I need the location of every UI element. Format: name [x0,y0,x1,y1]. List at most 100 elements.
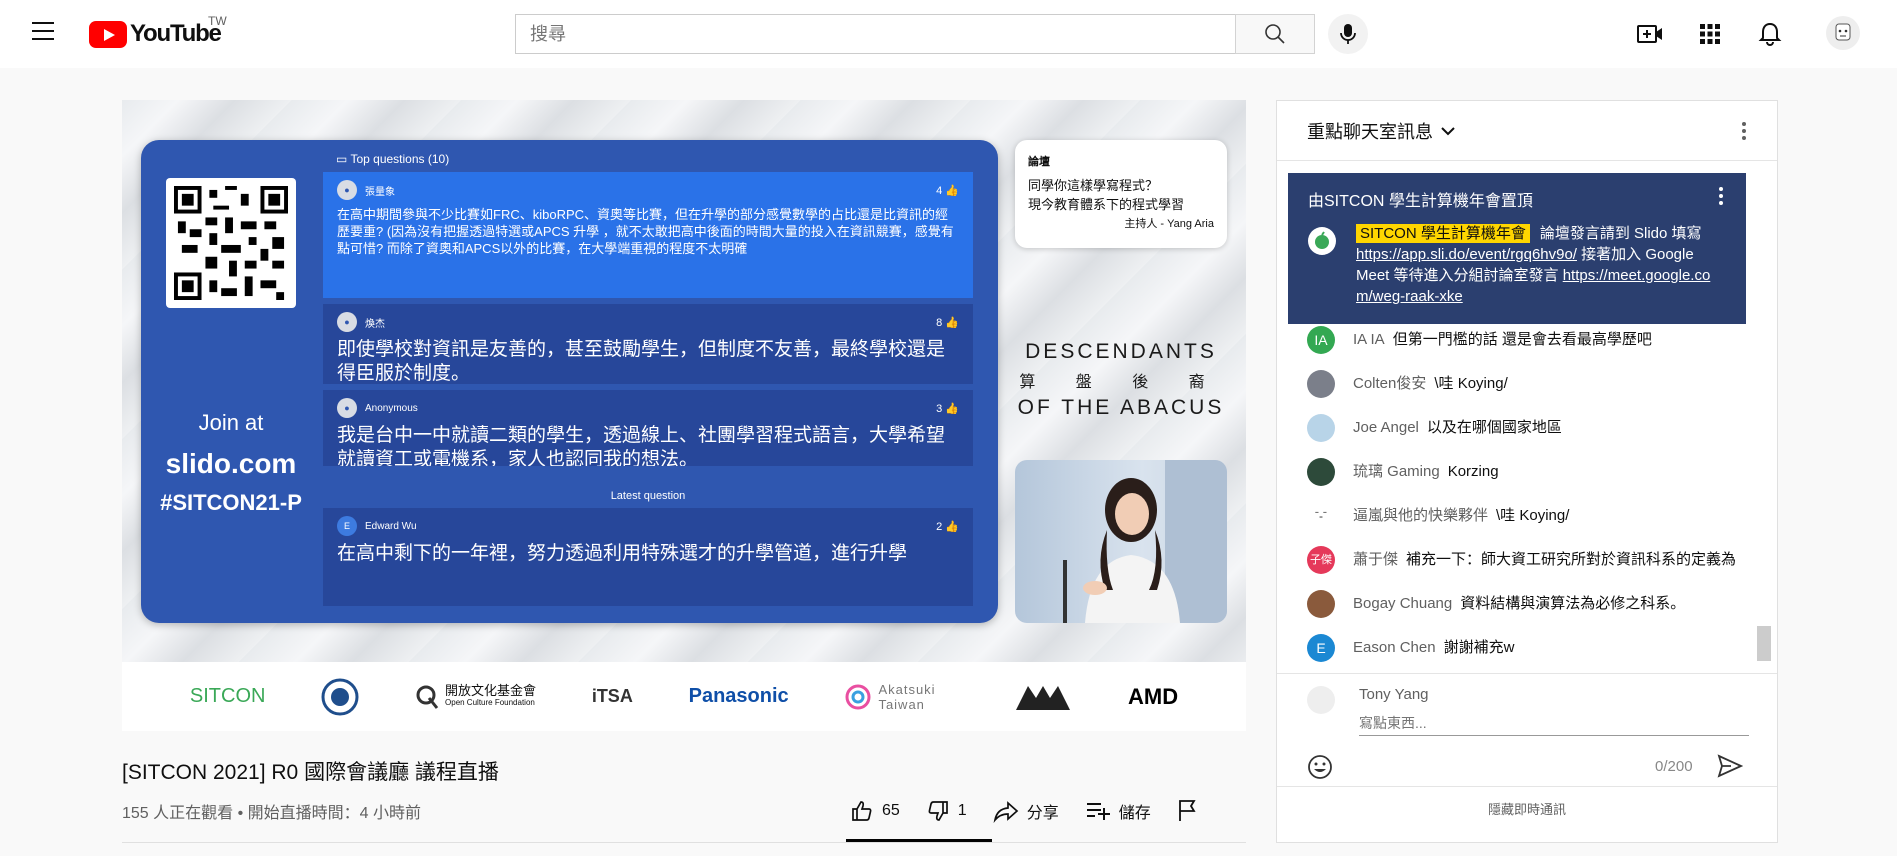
chat-author[interactable]: 琉璃 Gaming [1353,463,1440,480]
account-avatar[interactable] [1826,16,1860,50]
user-avatar-icon [1835,23,1851,41]
apps-grid-icon [1700,24,1720,44]
chat-avatar[interactable]: ˉ-ˉ [1307,502,1335,530]
chat-author[interactable]: Eason Chen [1353,639,1436,656]
speaker-figure-icon [1063,460,1227,623]
slido-panel: Join at slido.com #SITCON21-P ▭ Top ques… [141,140,998,623]
chat-avatar[interactable] [1307,414,1335,442]
save-button[interactable]: 儲存 [1085,799,1151,823]
search-button[interactable] [1235,14,1315,54]
save-label: 儲存 [1118,805,1151,822]
chat-message: 子傑 蕭于傑 補充一下：師大資工研究所對於資訊科系的定義為 [1307,546,1747,574]
chat-text: \哇 Koying/ [1496,507,1570,524]
chat-avatar[interactable] [1307,370,1335,398]
chat-mode-selector[interactable]: 重點聊天室訊息 [1307,118,1457,144]
hide-chat-button[interactable]: 隱藏即時通訊 [1277,786,1777,818]
sitcon-avatar [1308,227,1336,255]
question-avatar: ● [337,180,357,200]
playlist-add-icon [1086,803,1110,820]
chat-message-input[interactable] [1359,710,1749,736]
question-card: ● Anonymous 3 👍 我是台中一中就讀二類的學生，透過線上、社團學習程式語… [323,390,973,466]
emoji-icon[interactable] [1307,754,1333,780]
question-card: ● 煥杰 8 👍 即使學校對資訊是友善的，甚至鼓勵學生，但制度不友善，最終學校還是得… [323,304,973,384]
question-author: 煥杰 [365,318,385,330]
pinned-more-icon[interactable] [1718,186,1724,206]
sponsor-ocf: 開放文化基金會 Open Culture Foundation [415,684,536,710]
search-input[interactable] [515,14,1235,54]
chat-header: 重點聊天室訊息 [1277,101,1777,161]
question-text: 在高中剩下的一年裡，努力透過利用特殊選才的升學管道，進行升學 [337,543,908,564]
descendants-logo: DESCENDANTS 算 盤 後 裔 OF THE ABACUS [1015,340,1227,420]
share-button[interactable]: 分享 [993,799,1059,823]
sponsor-itsa: iTSA [591,686,633,706]
chat-message: Bogay Chuang 資料結構與演算法為必修之科系。 [1307,590,1747,618]
chat-mode-label: 重點聊天室訊息 [1307,121,1433,142]
forum-label: 論壇 [1028,156,1050,168]
chat-message: IA IA IA 但第一門檻的話 還是會去看最高學歷吧 [1307,326,1747,354]
dislike-button[interactable]: 1 [926,799,967,823]
voice-search-button[interactable] [1328,14,1368,54]
chevron-down-icon [1441,126,1455,135]
thumbs-up-icon [852,801,872,821]
doa-line2: 算 盤 後 裔 [1019,374,1223,391]
chat-author[interactable]: Joe Angel [1353,419,1419,436]
slido-link[interactable]: https://app.sli.do/event/rgq6hv9o/ [1356,246,1577,263]
speaker-camera [1015,460,1227,623]
chat-avatar[interactable]: E [1307,634,1335,662]
question-avatar: ● [337,312,357,332]
chat-author[interactable]: 蕭于傑 [1353,551,1398,568]
chat-message: Colten俊安 \哇 Koying/ [1307,370,1747,398]
chat-avatar[interactable]: IA [1307,326,1335,354]
sponsor-sitcon: SITCON [189,685,266,707]
pinned-author-badge: SITCON 學生計算機年會 [1356,224,1530,243]
apps-button[interactable] [1696,20,1724,48]
emblem-icon [321,678,359,715]
chat-author[interactable]: Colten俊安 [1353,375,1426,392]
chat-text: 但第一門檻的話 還是會去看最高學歷吧 [1392,331,1652,348]
chat-avatar[interactable] [1307,590,1335,618]
char-counter: 0/200 [1655,758,1693,775]
qr-code-icon [174,186,288,300]
chat-avatar[interactable] [1307,458,1335,486]
join-line2: slido.com [165,448,297,479]
chat-message: E Eason Chen 謝謝補充w [1307,634,1747,662]
chat-text: 補充一下：師大資工研究所對於資訊科系的定義為 [1406,551,1737,568]
more-options-icon[interactable] [1741,121,1747,141]
video-player[interactable]: Join at slido.com #SITCON21-P ▭ Top ques… [122,100,1246,731]
qr-code [166,178,296,308]
chat-author[interactable]: Bogay Chuang [1353,595,1452,612]
chat-messages: IA IA IA 但第一門檻的話 還是會去看最高學歷吧 Colten俊安 \哇 Ko… [1307,326,1747,682]
question-author: 張量象 [365,186,395,198]
create-video-button[interactable] [1636,20,1664,48]
question-card: ● 張量象 4 👍 在高中期間參與不少比賽如FRC、kiboRPC、資奧等比賽，但在… [323,172,973,298]
chat-scrollbar[interactable] [1757,626,1771,661]
join-instructions: Join at slido.com #SITCON21-P [141,410,321,516]
chat-author[interactable]: IA IA [1353,331,1385,348]
top-questions-label: ▭ Top questions (10) [336,152,450,166]
like-button[interactable]: 65 [850,799,900,823]
chat-avatar[interactable]: 子傑 [1307,546,1335,574]
question-likes: 4 👍 [936,184,959,197]
sponsor-akatsuki: Akatsuki Taiwan [844,682,958,712]
notifications-button[interactable] [1756,20,1784,48]
latest-question-label: Latest question [610,490,686,502]
question-text: 在高中期間參與不少比賽如FRC、kiboRPC、資奧等比賽，但在升學的部分感覺數… [337,207,954,256]
question-likes: 8 👍 [936,316,959,329]
chat-input-area: Tony Yang 0/200 隱藏即時通訊 [1277,673,1777,843]
question-text: 即使學校對資訊是友善的，甚至鼓勵學生，但制度不友善，最終學校還是得臣服於制度。 [337,339,946,384]
chat-author[interactable]: 逼嵐與他的快樂夥伴 [1353,507,1488,524]
report-button[interactable] [1177,799,1207,823]
live-chat: 重點聊天室訊息 由SITCON 學生計算機年會置頂 SITCON 學生計算機年會… [1276,100,1778,843]
doa-line1: DESCENDANTS [1025,340,1217,363]
menu-icon[interactable] [32,22,56,42]
share-label: 分享 [1026,805,1059,822]
question-likes: 2 👍 [936,520,959,533]
send-icon[interactable] [1717,754,1743,778]
thumbs-down-icon [928,801,948,821]
search-icon [1265,24,1285,44]
youtube-logo[interactable]: YouTube [89,20,222,48]
video-title: [SITCON 2021] R0 國際會議廳 議程直播 [122,761,499,784]
dislike-count: 1 [957,802,967,819]
video-meta: 155 人正在觀看 • 開始直播時間：4 小時前 [122,805,421,822]
question-text: 我是台中一中就讀二類的學生，透過線上、社團學習程式語言，大學希望就讀資工或電機系… [337,425,946,466]
